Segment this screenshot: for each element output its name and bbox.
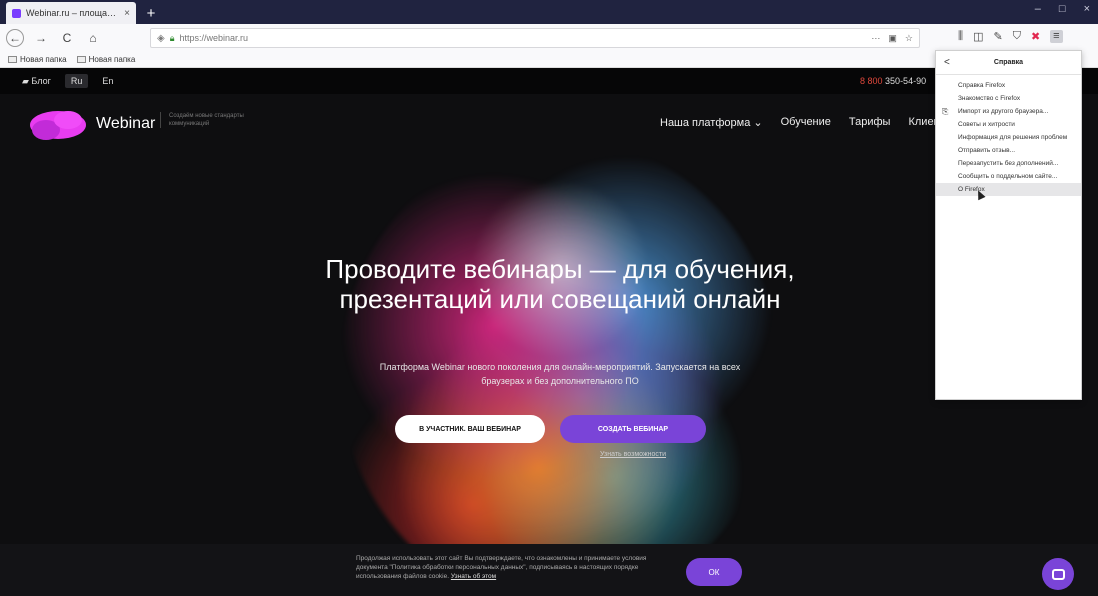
window-controls: – □ × bbox=[1035, 3, 1090, 15]
phone-number[interactable]: 8 800 350-54-90 bbox=[860, 76, 926, 86]
bookmarks-bar: Новая папка Новая папка bbox=[0, 52, 1098, 68]
reader-view-icon[interactable]: ▣ bbox=[888, 33, 897, 44]
menu-item-import[interactable]: ⎘ Импорт из другого браузера... bbox=[936, 105, 1081, 118]
brand-name[interactable]: Webinar bbox=[96, 115, 155, 133]
red-extension-icon[interactable]: ✖ bbox=[1031, 30, 1040, 43]
tracking-shield-icon[interactable]: ◈ bbox=[157, 33, 165, 44]
menu-item-report-site[interactable]: Сообщить о поддельном сайте... bbox=[936, 170, 1081, 183]
brand-tagline: Создаём новые стандарты коммуникаций bbox=[160, 112, 260, 128]
library-icon[interactable]: ⫼ bbox=[958, 30, 963, 43]
cookie-link[interactable]: Узнать об этом bbox=[451, 573, 496, 580]
folder-icon bbox=[8, 56, 17, 63]
address-bar[interactable]: ◈ 🔒︎ https://webinar.ru ··· ▣ ☆ bbox=[150, 28, 920, 48]
urlbar-actions: ··· ▣ ☆ bbox=[871, 33, 913, 44]
create-webinar-button[interactable]: СОЗДАТЬ ВЕБИНАР bbox=[560, 415, 706, 443]
menu-item-restart-no-addons[interactable]: Перезапустить без дополнений... bbox=[936, 157, 1081, 170]
close-window-button[interactable]: × bbox=[1084, 3, 1090, 15]
nav-education[interactable]: Обучение bbox=[781, 116, 831, 129]
webpage: ▰ Блог Ru En 8 800 350-54-90 Webinar Соз… bbox=[0, 68, 1098, 596]
learn-features-link[interactable]: Узнать возможности bbox=[560, 451, 706, 458]
toolbar-icons: ⫼ ◫ ✎ ⛉ ✖ ≡ bbox=[958, 30, 1063, 43]
bookmark-folder-label: Новая папка bbox=[20, 55, 67, 64]
blog-link[interactable]: ▰ Блог bbox=[22, 76, 51, 87]
blog-label: Блог bbox=[31, 75, 51, 86]
bookmark-folder[interactable]: Новая папка bbox=[8, 55, 67, 64]
page-actions-icon[interactable]: ··· bbox=[871, 33, 880, 44]
menu-item-tour[interactable]: Знакомство с Firefox bbox=[936, 92, 1081, 105]
forward-button[interactable]: → bbox=[32, 29, 50, 47]
menu-item-feedback[interactable]: Отправить отзыв... bbox=[936, 144, 1081, 157]
hero-subtitle: Платформа Webinar нового поколения для о… bbox=[379, 362, 741, 386]
back-arrow-icon[interactable]: < bbox=[944, 57, 950, 68]
favicon-icon bbox=[12, 8, 21, 18]
webinar-logo-icon[interactable] bbox=[28, 108, 88, 142]
maximize-button[interactable]: □ bbox=[1059, 3, 1066, 15]
hero-title: Проводите вебинары — для обучения, презе… bbox=[325, 254, 795, 314]
browser-tab[interactable]: Webinar.ru – площадка для с × bbox=[6, 2, 136, 24]
menu-item-about[interactable]: О Firefox bbox=[936, 183, 1081, 196]
menu-item-firefox-help[interactable]: Справка Firefox bbox=[936, 79, 1081, 92]
cookie-ok-button[interactable]: ОК bbox=[686, 558, 742, 586]
help-menu-panel: < Справка Справка Firefox Знакомство с F… bbox=[935, 50, 1082, 400]
bookmark-folder[interactable]: Новая папка bbox=[76, 55, 136, 64]
tab-title: Webinar.ru – площадка для с bbox=[26, 8, 120, 18]
new-tab-button[interactable]: + bbox=[142, 4, 160, 22]
home-button[interactable]: ⌂ bbox=[84, 29, 102, 47]
site-top-strip: ▰ Блог Ru En 8 800 350-54-90 bbox=[0, 68, 1098, 94]
nav-pricing[interactable]: Тарифы bbox=[849, 116, 891, 129]
cart-extension-icon[interactable]: ⛉ bbox=[1013, 30, 1021, 43]
bookmark-star-icon[interactable]: ☆ bbox=[905, 33, 913, 44]
nav-platform[interactable]: Наша платформа ⌄ bbox=[660, 116, 763, 129]
hamburger-menu-icon[interactable]: ≡ bbox=[1050, 30, 1063, 43]
phone-digits: 350-54-90 bbox=[885, 76, 927, 86]
join-webinar-button[interactable]: В УЧАСТНИК. ВАШ ВЕБИНАР bbox=[395, 415, 545, 443]
menu-item-import-label: Импорт из другого браузера... bbox=[958, 108, 1049, 115]
lock-icon[interactable]: 🔒︎ bbox=[170, 33, 175, 44]
lang-en-button[interactable]: En bbox=[102, 76, 113, 86]
menu-item-troubleshooting[interactable]: Информация для решения проблем bbox=[936, 131, 1081, 144]
phone-prefix: 8 800 bbox=[860, 76, 883, 86]
menu-item-tips[interactable]: Советы и хитрости bbox=[936, 118, 1081, 131]
minimize-button[interactable]: – bbox=[1035, 3, 1041, 15]
import-icon: ⎘ bbox=[942, 106, 949, 116]
cookie-banner: Продолжая использовать этот сайт Вы подт… bbox=[0, 544, 1098, 596]
main-navigation: Наша платформа ⌄ Обучение Тарифы Клиенты bbox=[660, 116, 953, 129]
tab-strip: Webinar.ru – площадка для с × + – □ × bbox=[0, 0, 1098, 24]
help-menu-list: Справка Firefox Знакомство с Firefox ⎘ Им… bbox=[936, 75, 1081, 196]
help-menu-title: Справка bbox=[993, 59, 1024, 66]
extension-icon[interactable]: ✎ bbox=[993, 30, 1002, 43]
navigation-toolbar: ← → C ⌂ ◈ 🔒︎ https://webinar.ru ··· ▣ ☆ … bbox=[0, 24, 1098, 52]
chat-icon bbox=[1051, 568, 1065, 580]
back-button[interactable]: ← bbox=[6, 29, 24, 47]
bookmark-folder-label: Новая папка bbox=[88, 55, 136, 64]
folder-icon bbox=[76, 56, 86, 63]
cookie-message: Продолжая использовать этот сайт Вы подт… bbox=[356, 555, 647, 580]
cookie-text: Продолжая использовать этот сайт Вы подт… bbox=[356, 554, 666, 581]
lang-ru-button[interactable]: Ru bbox=[64, 74, 89, 88]
close-tab-icon[interactable]: × bbox=[124, 8, 130, 19]
chat-widget-button[interactable] bbox=[1042, 558, 1074, 590]
help-menu-header: < Справка bbox=[936, 51, 1081, 75]
reload-button[interactable]: C bbox=[58, 29, 76, 47]
sidebar-icon[interactable]: ◫ bbox=[973, 30, 983, 43]
url-text[interactable]: https://webinar.ru bbox=[180, 33, 867, 43]
